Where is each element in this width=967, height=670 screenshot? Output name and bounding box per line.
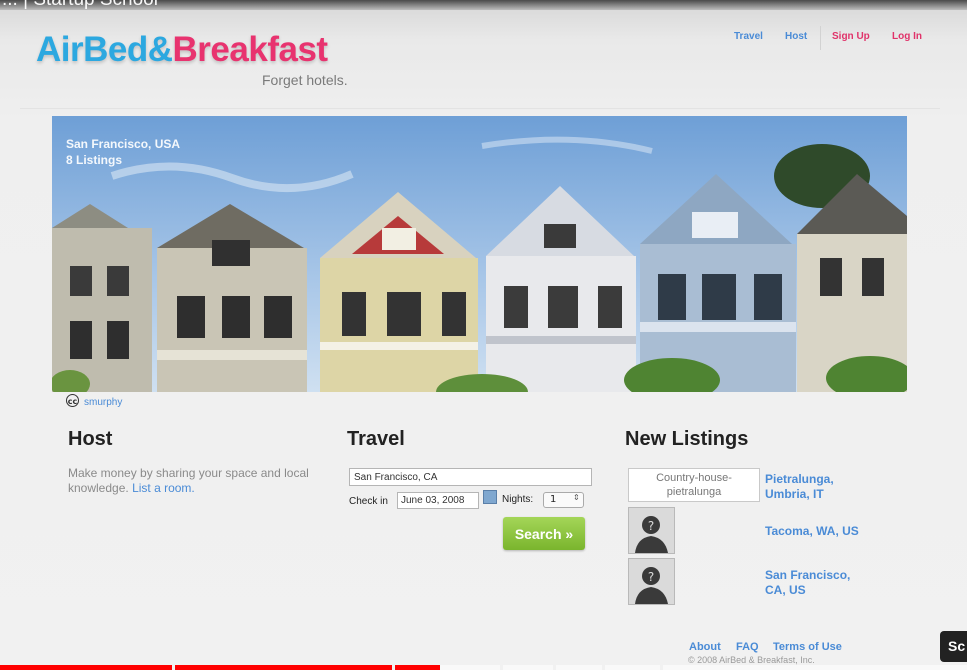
host-heading: Host <box>68 428 113 450</box>
search-button[interactable]: Search » <box>503 517 585 550</box>
hero-location: San Francisco, USA <box>66 137 181 151</box>
chapter-marker <box>553 665 556 670</box>
calendar-icon[interactable] <box>483 490 497 504</box>
destination-input[interactable] <box>349 468 592 486</box>
nav-divider <box>820 26 821 50</box>
nav-login-link[interactable]: Log In <box>892 31 922 42</box>
hero-listing-count: 8 Listings <box>66 153 123 167</box>
tagline: Forget hotels. <box>262 72 348 88</box>
footer-faq-link[interactable]: FAQ <box>736 641 759 653</box>
logo[interactable]: AirBed&Breakfast <box>36 30 328 70</box>
updown-arrow-icon: ⇕ <box>573 493 580 502</box>
default-avatar-icon[interactable]: ? <box>628 558 675 605</box>
video-title: ... | Startup School <box>2 0 158 11</box>
silhouette-icon: ? <box>629 559 674 604</box>
new-listings-heading: New Listings <box>625 428 749 450</box>
video-overlay-button[interactable]: Sc <box>940 631 967 662</box>
chapter-marker <box>172 665 175 670</box>
photo-credit-link[interactable]: smurphy <box>84 397 122 408</box>
nights-value: 1 <box>550 494 557 505</box>
listing-link[interactable]: Tacoma, WA, US <box>765 524 859 539</box>
footer-about-link[interactable]: About <box>689 641 721 653</box>
nav-host-link[interactable]: Host <box>785 31 807 42</box>
listing-thumbnail[interactable]: Country-house-pietralunga <box>628 468 760 502</box>
nav-signup-link[interactable]: Sign Up <box>832 31 870 42</box>
header-divider <box>20 108 940 109</box>
hero-caption: San Francisco, USA 8 Listings <box>66 136 180 168</box>
video-progress-fill <box>0 665 440 670</box>
footer-copyright: © 2008 AirBed & Breakfast, Inc. <box>688 655 815 665</box>
chapter-marker <box>392 665 395 670</box>
nights-label: Nights: <box>502 494 534 505</box>
creative-commons-icon: cc <box>66 394 79 407</box>
list-a-room-link[interactable]: List a room. <box>132 481 195 495</box>
default-avatar-icon[interactable]: ? <box>628 507 675 554</box>
nav-travel-link[interactable]: Travel <box>734 31 763 42</box>
svg-text:?: ? <box>648 570 654 584</box>
chapter-marker <box>602 665 605 670</box>
chapter-marker <box>660 665 663 670</box>
chapter-marker <box>500 665 503 670</box>
travel-heading: Travel <box>347 428 405 450</box>
logo-part-2: Breakfast <box>172 30 329 69</box>
footer-terms-link[interactable]: Terms of Use <box>773 641 842 653</box>
svg-text:?: ? <box>648 519 654 533</box>
listing-link[interactable]: San Francisco, CA, US <box>765 568 860 598</box>
checkin-date-input[interactable] <box>397 492 479 509</box>
listing-link[interactable]: Pietralunga, Umbria, IT <box>765 472 865 502</box>
checkin-label: Check in <box>349 496 388 507</box>
logo-part-1: AirBed& <box>36 30 173 69</box>
hero-photo <box>52 116 907 392</box>
hero-illustration <box>52 116 907 392</box>
silhouette-icon: ? <box>629 508 674 553</box>
host-description: Make money by sharing your space and loc… <box>68 466 318 496</box>
